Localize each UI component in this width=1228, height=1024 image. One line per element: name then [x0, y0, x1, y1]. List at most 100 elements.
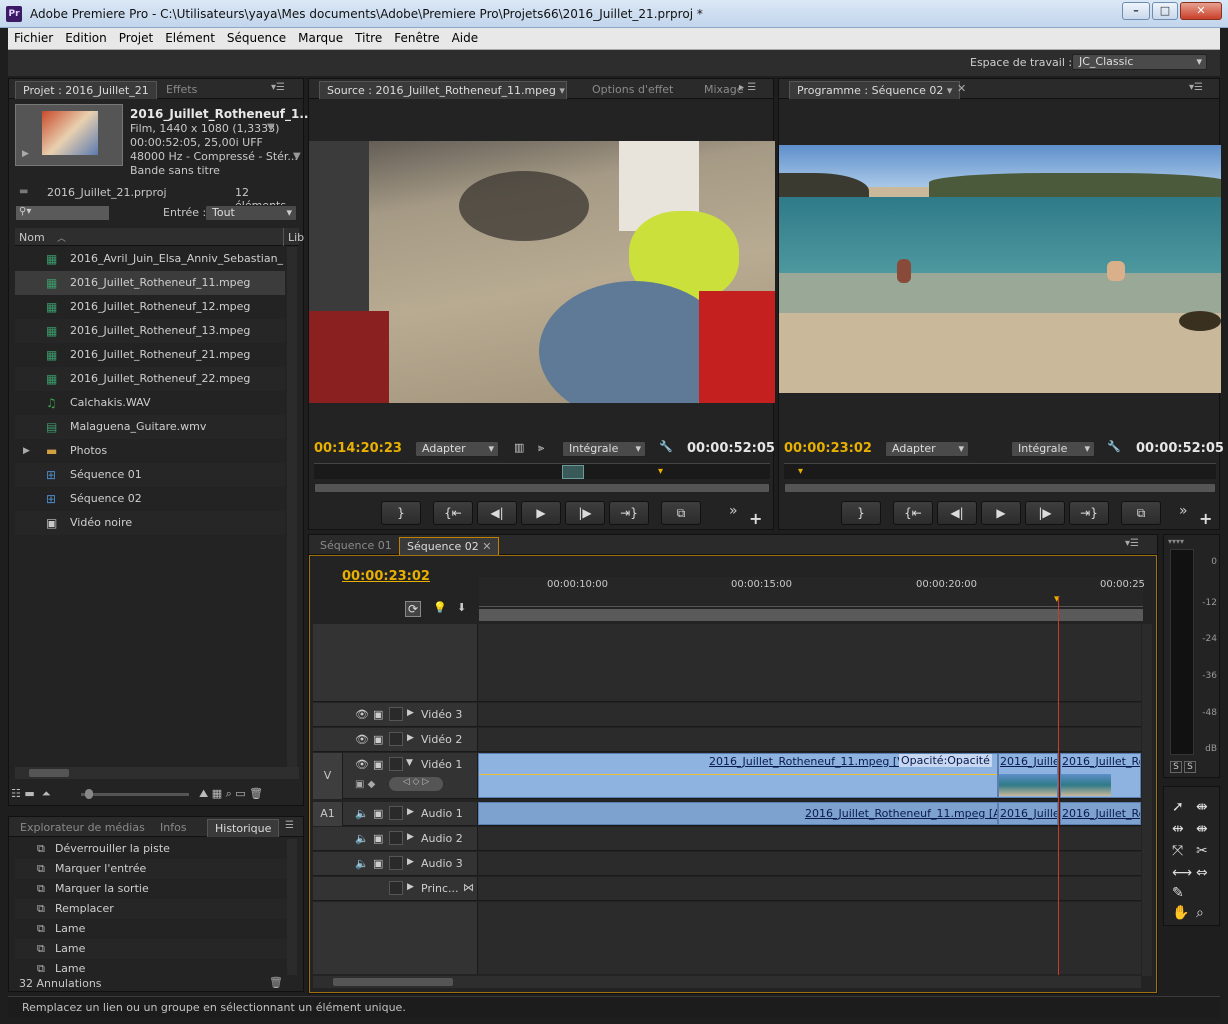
- mark-out-button[interactable]: }: [381, 501, 421, 525]
- source-quality-select[interactable]: Intégrale: [562, 441, 646, 457]
- playhead-icon[interactable]: ▾: [658, 466, 663, 477]
- tab-effect-options[interactable]: Options d'effet: [585, 81, 680, 99]
- selection-tool-icon[interactable]: ➚: [1172, 799, 1184, 815]
- eye-icon[interactable]: 👁: [355, 758, 369, 771]
- rolling-edit-tool-icon[interactable]: ⇼: [1196, 821, 1208, 837]
- filter-select[interactable]: Tout: [205, 205, 297, 221]
- menu-element[interactable]: Elément: [159, 28, 221, 45]
- menu-projet[interactable]: Projet: [113, 28, 159, 45]
- tab-infos[interactable]: Infos: [153, 819, 194, 837]
- lock-toggle[interactable]: [389, 856, 403, 870]
- zoom-tool-icon[interactable]: ⌕: [1196, 905, 1204, 921]
- source-time-ruler[interactable]: ▾: [314, 463, 770, 479]
- speaker-icon[interactable]: 🔈: [355, 832, 369, 845]
- step-forward-button[interactable]: |▶: [1025, 501, 1065, 525]
- film-icon[interactable]: ▣: [373, 733, 383, 746]
- maximize-button[interactable]: □: [1152, 2, 1178, 20]
- playhead-line[interactable]: [1058, 597, 1059, 975]
- marker-icon[interactable]: ⬇: [457, 601, 466, 614]
- play-button[interactable]: ▶: [521, 501, 561, 525]
- panel-menu-icon[interactable]: ▾☰: [1125, 538, 1139, 549]
- play-button[interactable]: ▶: [981, 501, 1021, 525]
- tab-sequence-01[interactable]: Séquence 01: [313, 537, 399, 555]
- source-zoom-bar[interactable]: [314, 483, 770, 493]
- opacity-dropdown[interactable]: Opacité:Opacité: [899, 754, 992, 767]
- menu-fenetre[interactable]: Fenêtre: [388, 28, 445, 45]
- menu-edition[interactable]: Edition: [59, 28, 113, 45]
- source-patch-a1[interactable]: A1: [313, 802, 343, 826]
- clip-v1-b[interactable]: 2016_Juille: [998, 753, 1058, 798]
- lock-toggle[interactable]: [389, 831, 403, 845]
- more-controls-icon[interactable]: »: [1179, 503, 1188, 519]
- history-item[interactable]: ⧉ Lame: [15, 939, 287, 959]
- source-fit-select[interactable]: Adapter: [415, 441, 499, 457]
- col-lib[interactable]: Lib: [283, 228, 304, 246]
- eye-icon[interactable]: 👁: [355, 733, 369, 746]
- panel-menu-icon[interactable]: ▾☰: [271, 82, 285, 93]
- step-forward-button[interactable]: |▶: [565, 501, 605, 525]
- lift-button[interactable]: ⧉: [1121, 501, 1161, 525]
- speaker-icon[interactable]: 🔈: [355, 857, 369, 870]
- lightbulb-icon[interactable]: 💡: [433, 601, 447, 614]
- snap-icon[interactable]: ⟳: [405, 601, 421, 617]
- mark-out-button[interactable]: }: [841, 501, 881, 525]
- film-icon[interactable]: ▣: [373, 807, 383, 820]
- minimize-button[interactable]: –: [1122, 2, 1150, 20]
- close-tab-icon[interactable]: ✕: [957, 82, 966, 95]
- wrench-icon[interactable]: 🔧: [659, 440, 673, 453]
- menu-fichier[interactable]: Fichier: [8, 28, 59, 45]
- expand-icon[interactable]: ▶: [407, 832, 414, 842]
- solo-button[interactable]: S: [1170, 761, 1182, 773]
- go-to-in-button[interactable]: {⇤: [893, 501, 933, 525]
- history-item[interactable]: ⧉ Lame: [15, 959, 287, 975]
- play-thumb-icon[interactable]: ▶: [22, 149, 29, 159]
- expand-icon[interactable]: ▶: [23, 439, 30, 463]
- menu-sequence[interactable]: Séquence: [221, 28, 292, 45]
- chevron-down-icon[interactable]: ▼: [293, 151, 301, 162]
- go-to-in-button[interactable]: {⇤: [433, 501, 473, 525]
- expand-icon[interactable]: ▶: [407, 857, 414, 867]
- film-icon[interactable]: ▣: [373, 708, 383, 721]
- display-style-icon[interactable]: ▣ ◆: [355, 779, 375, 790]
- work-area-bar[interactable]: [479, 609, 1143, 621]
- program-time-ruler[interactable]: ▾: [784, 463, 1216, 479]
- project-hscrollbar[interactable]: [15, 767, 299, 779]
- insert-button[interactable]: ⧉: [661, 501, 701, 525]
- wrench-icon[interactable]: 🔧: [1107, 440, 1121, 453]
- tab-effets[interactable]: Effets: [159, 81, 204, 99]
- timeline-hscrollbar[interactable]: [313, 976, 1141, 988]
- solo-button[interactable]: S: [1184, 761, 1196, 773]
- list-item[interactable]: ▦ 2016_Juillet_Rotheneuf_13.mpeg: [15, 319, 285, 343]
- go-to-out-button[interactable]: ⇥}: [609, 501, 649, 525]
- list-item[interactable]: ▦ 2016_Juillet_Rotheneuf_11.mpeg: [15, 271, 285, 295]
- panel-menu-icon[interactable]: ☰: [285, 820, 294, 831]
- panel-menu-icon[interactable]: ▸ ☰: [739, 82, 756, 93]
- more-controls-icon[interactable]: »: [729, 503, 738, 519]
- clip-v1-main[interactable]: 2016_Juillet_Rotheneuf_11.mpeg [V] Opaci…: [478, 753, 998, 798]
- hand-tool-icon[interactable]: ✋: [1172, 905, 1189, 921]
- tab-historique[interactable]: Historique: [207, 819, 280, 837]
- lock-toggle[interactable]: [389, 732, 403, 746]
- menu-marque[interactable]: Marque: [292, 28, 349, 45]
- program-timecode[interactable]: 00:00:23:02: [784, 441, 872, 456]
- clip-v1-c[interactable]: 2016_Juillet_Ro: [1060, 753, 1141, 798]
- list-item[interactable]: ▶ ▬ Photos: [15, 439, 285, 463]
- expand-icon[interactable]: ▶: [407, 708, 414, 718]
- lock-toggle[interactable]: [389, 806, 403, 820]
- playhead-icon[interactable]: ▾: [798, 466, 803, 477]
- menu-aide[interactable]: Aide: [446, 28, 485, 45]
- close-button[interactable]: ✕: [1180, 2, 1222, 20]
- list-item[interactable]: ▦ 2016_Juillet_Rotheneuf_12.mpeg: [15, 295, 285, 319]
- list-item[interactable]: ▤ Malaguena_Guitare.wmv: [15, 415, 285, 439]
- film-icon[interactable]: ▣: [373, 758, 383, 771]
- go-to-out-button[interactable]: ⇥}: [1069, 501, 1109, 525]
- timeline-vscrollbar[interactable]: [1142, 624, 1152, 976]
- keyframe-nav[interactable]: ◁ ◇ ▷: [389, 777, 443, 791]
- expand-icon[interactable]: ▶: [407, 882, 414, 892]
- trash-icon[interactable]: 🗑: [269, 976, 283, 989]
- resize-icon[interactable]: ⋈: [463, 881, 474, 894]
- track-select-tool-icon[interactable]: ⇼: [1196, 799, 1208, 815]
- history-item[interactable]: ⧉ Remplacer: [15, 899, 287, 919]
- tab-sequence-02[interactable]: Séquence 02 ✕: [399, 537, 500, 555]
- menu-titre[interactable]: Titre: [349, 28, 388, 45]
